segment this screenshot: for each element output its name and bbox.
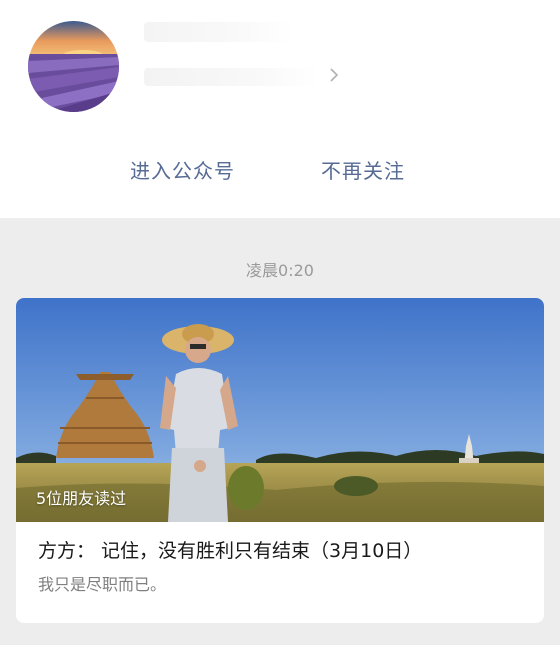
article-cover-image[interactable]: 5位朋友读过: [16, 298, 544, 522]
article-digest: 我只是尽职而已。: [38, 575, 167, 594]
friends-read-badge: 5位朋友读过: [36, 489, 127, 508]
article-card[interactable]: 5位朋友读过 方方： 记住，没有胜利只有结束（3月10日） 我只是尽职而已。: [16, 298, 544, 623]
article-title[interactable]: 方方： 记住，没有胜利只有结束（3月10日）: [38, 538, 538, 564]
account-description-redacted: [144, 68, 319, 86]
chevron-right-icon[interactable]: [326, 64, 342, 86]
unfollow-button[interactable]: 不再关注: [321, 158, 405, 184]
lavender-field-avatar-icon: [28, 21, 119, 112]
account-name-redacted: [144, 22, 294, 42]
enter-account-button[interactable]: 进入公众号: [130, 158, 235, 184]
account-header: 进入公众号 不再关注: [0, 0, 560, 218]
message-timestamp: 凌晨0:20: [246, 261, 314, 280]
account-avatar[interactable]: [28, 21, 119, 112]
